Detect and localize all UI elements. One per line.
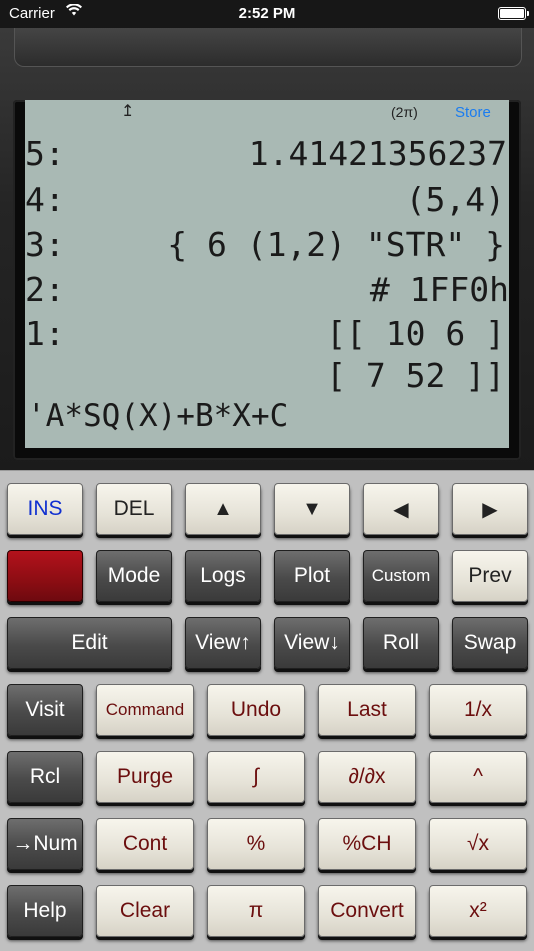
stack-value: 1.41421356237	[248, 134, 507, 173]
clear-button[interactable]: Clear	[96, 885, 194, 937]
left-arrow-button[interactable]: ◀	[363, 483, 439, 535]
stack-value: { 6 (1,2) "STR" }	[167, 225, 505, 264]
keypad: INS DEL ▲ ▼ ◀ ▶ Mode Logs Plot Custom Pr…	[0, 470, 534, 951]
percent-button[interactable]: %	[207, 818, 305, 870]
purge-button[interactable]: Purge	[96, 751, 194, 803]
swap-button[interactable]: Swap	[452, 617, 528, 669]
sqrt-button[interactable]: √x	[429, 818, 527, 870]
clock: 2:52 PM	[238, 5, 296, 22]
right-arrow-button[interactable]: ▶	[452, 483, 528, 535]
mode-button[interactable]: Mode	[96, 550, 172, 602]
battery-icon	[498, 7, 529, 20]
view-down-button[interactable]: View↓	[274, 617, 350, 669]
stack-value: # 1FF0h	[369, 270, 509, 309]
stack-level-label: 5:	[25, 134, 65, 173]
logs-button[interactable]: Logs	[185, 550, 261, 602]
stack-level-label: 1:	[25, 314, 65, 353]
edit-button[interactable]: Edit	[7, 617, 172, 669]
plot-button[interactable]: Plot	[274, 550, 350, 602]
reciprocal-button[interactable]: 1/x	[429, 684, 527, 736]
stack-value: [[ 10 6 ]	[326, 314, 505, 353]
last-button[interactable]: Last	[318, 684, 416, 736]
up-arrow-button[interactable]: ▲	[185, 483, 261, 535]
lcd-display[interactable]: ↥ (2π) Store 5: 1.41421356237 4: (5,4) 3…	[25, 100, 509, 448]
stack-level-4[interactable]: 4: (5,4)	[25, 180, 509, 220]
shift-annunciator-icon: ↥	[121, 103, 135, 120]
stack-level-2[interactable]: 2: # 1FF0h	[25, 270, 509, 310]
visit-button[interactable]: Visit	[7, 684, 83, 736]
rcl-button[interactable]: Rcl	[7, 751, 83, 803]
case-top-slot	[14, 28, 522, 67]
to-num-button[interactable]: →Num	[7, 818, 83, 870]
ins-button[interactable]: INS	[7, 483, 83, 535]
percent-change-button[interactable]: %CH	[318, 818, 416, 870]
del-button[interactable]: DEL	[96, 483, 172, 535]
convert-button[interactable]: Convert	[318, 885, 416, 937]
roll-button[interactable]: Roll	[363, 617, 439, 669]
stack-value: (5,4)	[405, 180, 505, 219]
view-up-button[interactable]: View↑	[185, 617, 261, 669]
square-button[interactable]: x²	[429, 885, 527, 937]
stack-level-3[interactable]: 3: { 6 (1,2) "STR" }	[25, 225, 509, 265]
command-line[interactable]: 'A*SQ(X)+B*X+C	[27, 398, 288, 434]
cont-button[interactable]: Cont	[96, 818, 194, 870]
derivative-button[interactable]: ∂/∂x	[318, 751, 416, 803]
stack-level-1-continued: [ 7 52 ]]	[25, 356, 509, 396]
pi-button[interactable]: π	[207, 885, 305, 937]
undo-button[interactable]: Undo	[207, 684, 305, 736]
command-button[interactable]: Command	[96, 684, 194, 736]
power-button[interactable]: ^	[429, 751, 527, 803]
angle-mode-annunciator: (2π)	[391, 104, 418, 120]
stack-level-label: 3:	[25, 225, 65, 264]
stack-level-label: 2:	[25, 270, 65, 309]
stack-value: [ 7 52 ]]	[326, 356, 505, 395]
stack-level-5[interactable]: 5: 1.41421356237	[25, 134, 509, 174]
down-arrow-button[interactable]: ▼	[274, 483, 350, 535]
prev-button[interactable]: Prev	[452, 550, 528, 602]
integral-button[interactable]: ∫	[207, 751, 305, 803]
shift-button[interactable]	[7, 550, 83, 602]
help-button[interactable]: Help	[7, 885, 83, 937]
custom-button[interactable]: Custom	[363, 550, 439, 602]
store-button[interactable]: Store	[455, 104, 491, 121]
status-bar: Carrier 2:52 PM	[0, 0, 534, 28]
stack-level-label: 4:	[25, 180, 65, 219]
stack-level-1[interactable]: 1: [[ 10 6 ]	[25, 314, 509, 354]
